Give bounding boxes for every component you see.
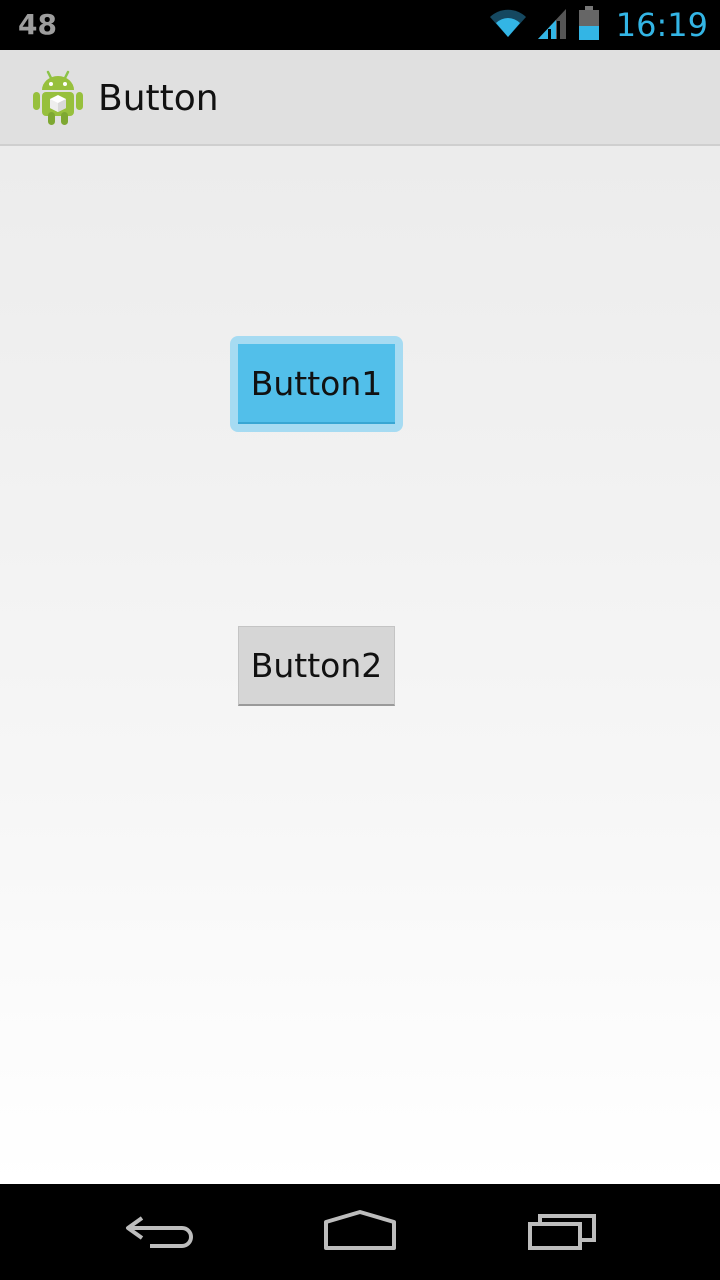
- recents-icon[interactable]: [524, 1200, 604, 1260]
- action-bar: Button: [0, 50, 720, 146]
- signal-icon: [537, 7, 568, 44]
- status-bar: 48 16:19: [0, 0, 720, 50]
- wifi-icon: [488, 7, 528, 44]
- button2[interactable]: Button2: [238, 626, 395, 706]
- back-icon[interactable]: [120, 1200, 200, 1260]
- battery-icon: [578, 5, 600, 45]
- status-icons: 16:19: [488, 0, 708, 50]
- navigation-bar: [0, 1184, 720, 1280]
- content-area: Button1 Button2: [0, 146, 720, 1184]
- home-icon[interactable]: [320, 1200, 400, 1260]
- android-app-icon[interactable]: [30, 68, 86, 126]
- status-notification-count: 48: [18, 8, 57, 41]
- app-title: Button: [98, 78, 219, 119]
- status-clock: 16:19: [615, 6, 708, 44]
- button1[interactable]: Button1: [238, 344, 395, 424]
